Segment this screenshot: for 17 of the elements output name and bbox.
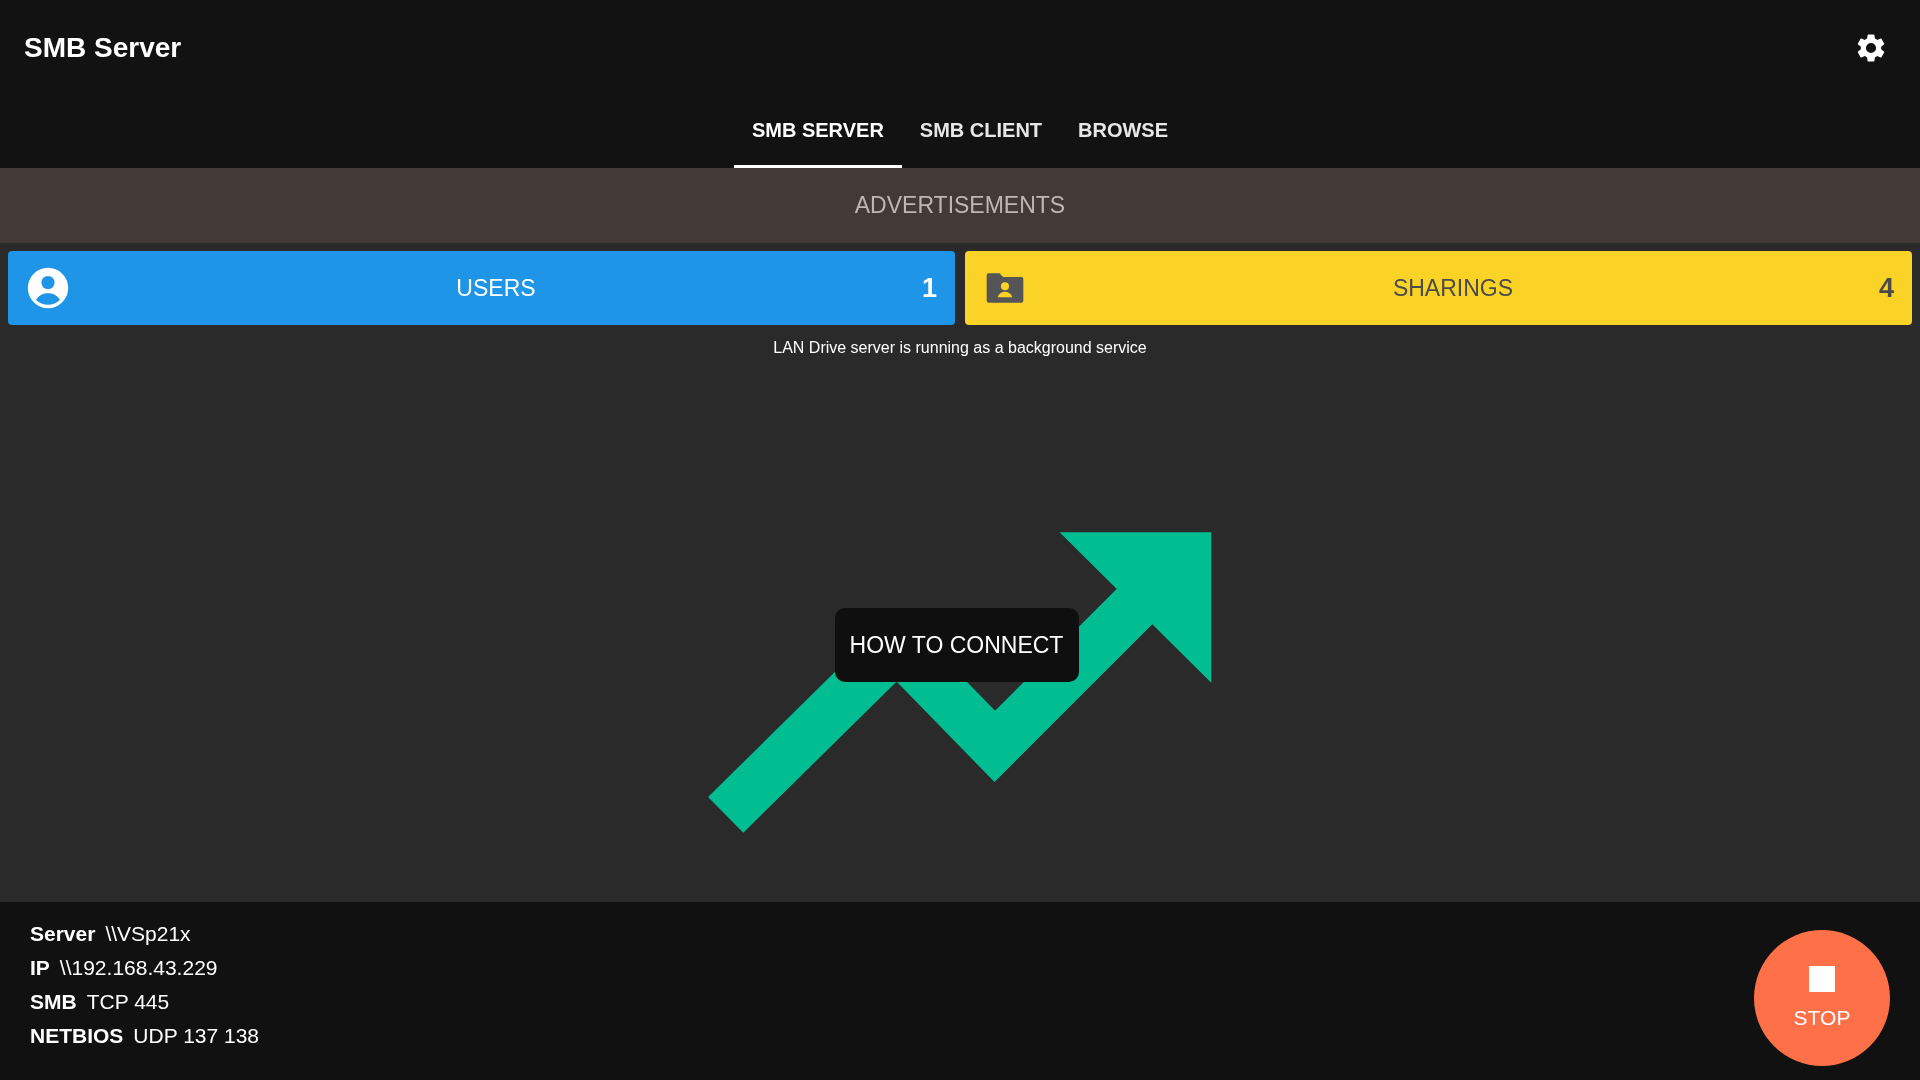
status-message: LAN Drive server is running as a background service xyxy=(772,339,1148,357)
info-value: UDP 137 138 xyxy=(133,1024,260,1048)
ad-label: ADVERTISEMENTS xyxy=(854,192,1066,219)
user-icon xyxy=(26,266,70,310)
info-label: Server xyxy=(30,922,96,946)
tab[interactable]: SMB CLIENT xyxy=(901,96,1061,168)
info-label: SMB xyxy=(30,990,77,1014)
info-label: IP xyxy=(30,956,50,980)
stop-icon xyxy=(1809,966,1835,992)
app-title: SMB Server xyxy=(24,32,182,64)
sharings-card[interactable]: SHARINGS 4 xyxy=(965,251,1912,325)
tab[interactable]: BROWSE xyxy=(1060,96,1187,168)
info-value: TCP 445 xyxy=(86,990,170,1014)
info-value: \\VSp21x xyxy=(105,922,191,946)
how-to-connect-button[interactable]: HOW TO CONNECT xyxy=(834,608,1079,682)
info-value: \\192.168.43.229 xyxy=(59,956,218,980)
info-label: NETBIOS xyxy=(30,1024,124,1048)
